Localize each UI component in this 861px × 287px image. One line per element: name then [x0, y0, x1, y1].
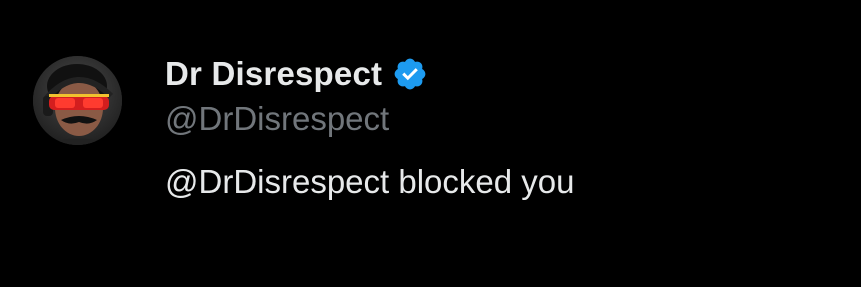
blocked-profile-card: Dr Disrespect @DrDisrespect @DrDisrespec…: [0, 0, 861, 287]
blocked-message: @DrDisrespect blocked you: [165, 163, 575, 200]
name-row: Dr Disrespect: [165, 52, 428, 96]
verified-badge-icon: [392, 56, 428, 92]
avatar-image: [33, 56, 122, 145]
avatar[interactable]: [33, 56, 122, 145]
display-name[interactable]: Dr Disrespect: [165, 55, 382, 93]
profile-handle[interactable]: @DrDisrespect: [165, 100, 389, 138]
